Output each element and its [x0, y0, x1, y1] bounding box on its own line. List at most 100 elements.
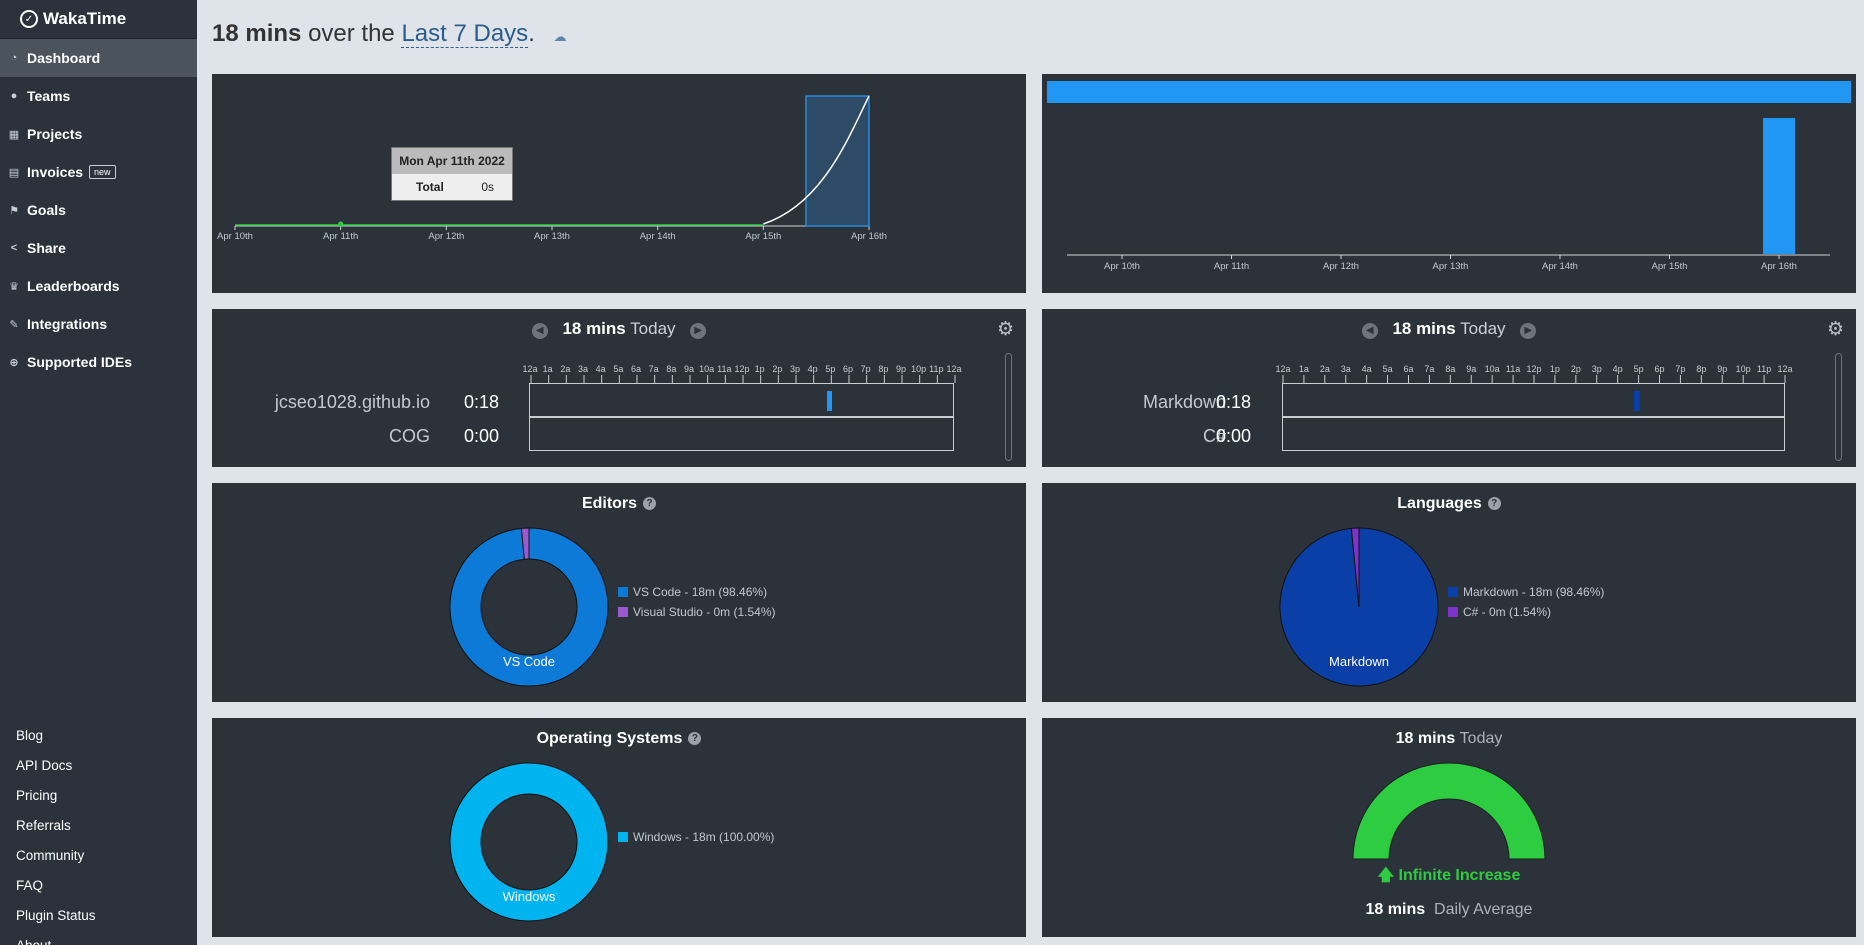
os-panel: Operating Systems? Windows Windows - 18m…: [212, 718, 1026, 937]
legend-item[interactable]: Windows - 18m (100.00%): [618, 827, 774, 847]
hour-tick-label: 8p: [1696, 364, 1707, 374]
prev-day-button[interactable]: ◀: [531, 323, 548, 339]
sidebar-item-label: Dashboard: [27, 50, 101, 66]
x-tick-label: Apr 11th: [323, 231, 358, 242]
hour-tick-label: 2p: [772, 364, 783, 374]
hour-tick-label: 8a: [1445, 364, 1456, 374]
editors-panel: Editors? VS Code VS Code - 18m (98.46%) …: [212, 483, 1026, 702]
sidebar-item-supported-ides[interactable]: ⊕ Supported IDEs: [0, 343, 197, 381]
hour-tick-label: 12p: [734, 364, 750, 374]
x-tick-label: Apr 16th: [851, 231, 887, 242]
language-timeline-row[interactable]: [1282, 417, 1785, 451]
project-timeline-row[interactable]: [529, 417, 954, 451]
sidebar-item-dashboard[interactable]: ◔ Dashboard: [0, 39, 197, 77]
hour-tick-label: 3p: [1591, 364, 1602, 374]
tooltip-value: 0s: [481, 180, 494, 194]
languages-legend: Markdown - 18m (98.46%) C# - 0m (1.54%): [1448, 582, 1604, 622]
project-name[interactable]: jcseo1028.github.io: [275, 392, 430, 413]
footer-link-plugin-status[interactable]: Plugin Status: [16, 901, 96, 931]
legend-item[interactable]: VS Code - 18m (98.46%): [618, 582, 776, 602]
scrollbar[interactable]: [1835, 353, 1842, 461]
donut-hole: [480, 793, 578, 891]
footer-link-faq[interactable]: FAQ: [16, 871, 96, 901]
project-name[interactable]: COG: [389, 426, 430, 447]
legend-item[interactable]: Markdown - 18m (98.46%): [1448, 582, 1604, 602]
sidebar-item-label: Invoices: [27, 164, 84, 180]
hour-tick-label: 1p: [1549, 364, 1560, 374]
next-day-button[interactable]: ▶: [1520, 323, 1537, 339]
legend-label: Markdown - 18m (98.46%): [1463, 585, 1605, 599]
sidebar-item-share[interactable]: < Share: [0, 229, 197, 267]
editors-donut-chart: VS Code: [449, 527, 609, 687]
language-name[interactable]: Markdown: [1143, 392, 1226, 413]
help-icon[interactable]: ?: [688, 732, 702, 745]
help-icon[interactable]: ?: [643, 497, 657, 510]
sidebar-item-label: Leaderboards: [27, 278, 120, 294]
daily-bar-panel: Apr 10th Apr 11th Apr 12th Apr 13th Apr 14th…: [1042, 74, 1856, 293]
footer-link-about[interactable]: About: [16, 931, 96, 945]
gear-icon[interactable]: ⚙: [997, 318, 1014, 341]
share-icon: <: [10, 242, 18, 254]
increase-indicator: 🡅 Infinite Increase: [1042, 864, 1856, 891]
daily-average-label: Daily Average: [1434, 901, 1533, 918]
sidebar-nav: ◔ Dashboard ● Teams ▦ Projects ▤ Invoice…: [0, 39, 197, 381]
legend-item[interactable]: C# - 0m (1.54%): [1448, 602, 1604, 622]
hour-tick-label: 12p: [1526, 364, 1542, 374]
os-donut-chart: Windows: [449, 762, 609, 922]
activity-block: [827, 391, 832, 411]
hour-tick-label: 2a: [1319, 364, 1330, 374]
sidebar-item-projects[interactable]: ▦ Projects: [0, 115, 197, 153]
scrollbar[interactable]: [1005, 353, 1012, 461]
today-gauge-panel: 18 mins Today 🡅 Infinite Increase 18 min…: [1042, 718, 1856, 937]
footer-link-community[interactable]: Community: [16, 841, 96, 871]
sidebar-item-label: Teams: [27, 88, 71, 104]
gear-icon[interactable]: ⚙: [1827, 318, 1844, 341]
flag-icon: ⚑: [9, 204, 19, 217]
x-tick-label: Apr 16th: [1761, 261, 1797, 272]
pie-center-label: VS Code: [503, 654, 555, 669]
sidebar-item-integrations[interactable]: ✎ Integrations: [0, 305, 197, 343]
footer-link-api-docs[interactable]: API Docs: [16, 751, 96, 781]
sidebar-item-label: Goals: [27, 202, 66, 218]
project-timeline-row[interactable]: [529, 383, 954, 417]
header-over-the: over the: [308, 20, 395, 47]
help-icon[interactable]: ?: [1487, 497, 1501, 510]
next-day-button[interactable]: ▶: [690, 323, 707, 339]
tooltip-label: Total: [416, 180, 444, 194]
hour-tick-label: 11p: [1756, 364, 1772, 374]
sidebar-item-teams[interactable]: ● Teams: [0, 77, 197, 115]
hour-tick-label: 7a: [648, 364, 659, 374]
users-icon: ●: [10, 90, 18, 102]
brand[interactable]: ✓ WakaTime: [0, 0, 197, 39]
hour-tick-label: 12a: [1275, 364, 1291, 374]
sidebar-item-goals[interactable]: ⚑ Goals: [0, 191, 197, 229]
hour-tick-label: 12a: [1777, 364, 1793, 374]
language-time: 0:18: [1216, 392, 1252, 412]
today-gauge-title: 18 mins Today: [1042, 730, 1856, 748]
hour-tick-label: 5p: [1633, 364, 1644, 374]
cloud-download-icon[interactable]: ☁: [554, 29, 567, 44]
x-tick-label: Apr 13th: [534, 231, 570, 242]
sidebar-item-leaderboards[interactable]: ♛ Leaderboards: [0, 267, 197, 305]
editors-title: Editors?: [212, 495, 1026, 513]
invoice-icon: ▤: [8, 166, 20, 179]
language-timeline-row[interactable]: [1282, 383, 1785, 417]
daily-bar-chart: Apr 10th Apr 11th Apr 12th Apr 13th Apr 14th…: [1047, 81, 1851, 272]
footer-link-referrals[interactable]: Referrals: [16, 811, 96, 841]
projects-timeline-panel: ◀ 18 mins Today ▶ ⚙ 12a 1a 2a 3a 4a 5a 6a 7a 8a 9…: [212, 309, 1026, 467]
chart-tooltip: Mon Apr 11th 2022 Total 0s: [391, 147, 513, 201]
sidebar: ✓ WakaTime ◔ Dashboard ● Teams ▦ Project…: [0, 0, 197, 945]
legend-item[interactable]: Visual Studio - 0m (1.54%): [618, 602, 776, 622]
languages-total: 18 mins: [1392, 319, 1456, 338]
date-range-selector[interactable]: Last 7 Days: [401, 20, 529, 48]
trophy-icon: ♛: [9, 280, 19, 293]
hour-tick-label: 10a: [1484, 364, 1500, 374]
legend-label: Windows - 18m (100.00%): [633, 830, 775, 844]
daily-bar-chart-axis: Apr 10th Apr 11th Apr 12th Apr 13th Apr 14th…: [1067, 254, 1830, 272]
footer-links: Blog API Docs Pricing Referrals Communit…: [16, 721, 96, 945]
prev-day-button[interactable]: ◀: [1361, 323, 1378, 339]
footer-link-blog[interactable]: Blog: [16, 721, 96, 751]
donut-hole: [480, 558, 578, 656]
footer-link-pricing[interactable]: Pricing: [16, 781, 96, 811]
sidebar-item-invoices[interactable]: ▤ Invoices new: [0, 153, 197, 191]
